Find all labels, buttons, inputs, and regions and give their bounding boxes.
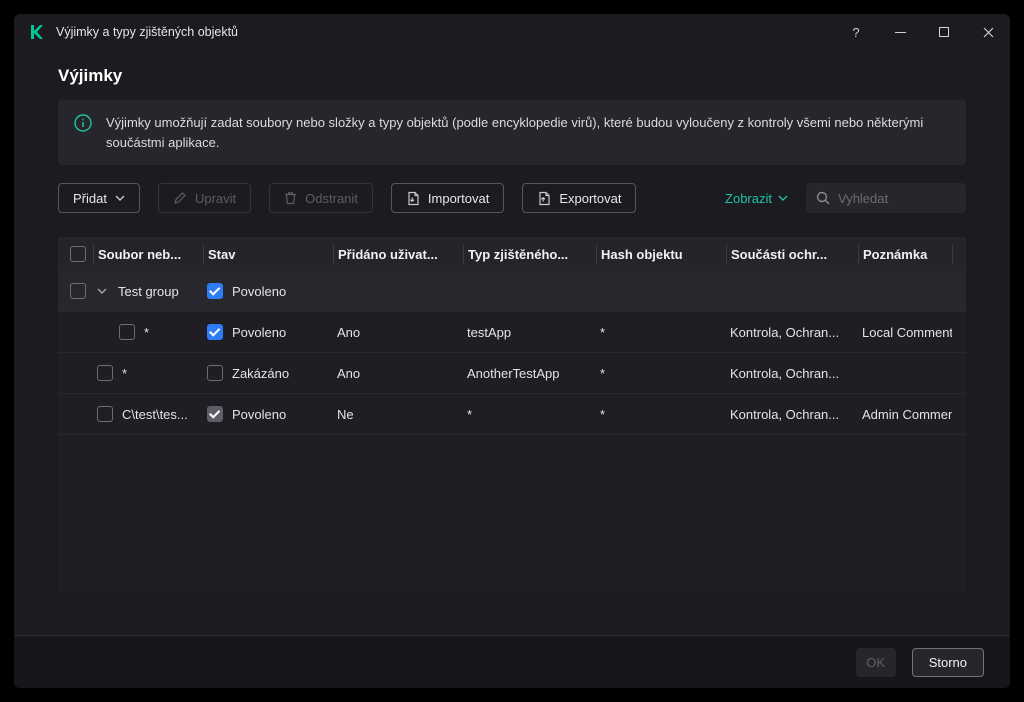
minimize-icon [895, 32, 906, 33]
window-controls: ? [848, 24, 996, 40]
edit-button[interactable]: Upravit [158, 183, 251, 213]
cell-file: C\test\tes... [93, 406, 203, 422]
status-checkbox[interactable] [207, 324, 223, 340]
table-row[interactable]: * Zakázáno Ano AnotherTestApp * Kontrola… [58, 353, 966, 394]
cell-status: Zakázáno [203, 365, 333, 381]
table-row[interactable]: C\test\tes... Povoleno Ne * * Kontrola, … [58, 394, 966, 435]
cancel-button[interactable]: Storno [912, 648, 984, 677]
add-button[interactable]: Přidat [58, 183, 140, 213]
info-icon [74, 114, 92, 137]
maximize-button[interactable] [936, 24, 952, 40]
table-row[interactable]: * Povoleno Ano testApp * Kontrola, Ochra… [58, 312, 966, 353]
cell-comment: Local Comment [858, 325, 952, 340]
page-title: Výjimky [58, 66, 966, 86]
cell-object-type: AnotherTestApp [463, 366, 596, 381]
export-button-label: Exportovat [559, 191, 621, 206]
exclusions-table: Soubor neb... Stav Přidáno uživat... Typ… [58, 237, 966, 593]
cell-object-type: * [463, 407, 596, 422]
group-name: Test group [118, 284, 179, 299]
kaspersky-logo-icon [28, 23, 46, 41]
table-group-row[interactable]: Test group Povoleno [58, 271, 966, 312]
edit-button-label: Upravit [195, 191, 236, 206]
add-button-label: Přidat [73, 191, 107, 206]
toolbar: Přidat Upravit Odstranit Importovat Expo… [58, 183, 966, 213]
cell-components: Kontrola, Ochran... [726, 325, 858, 340]
close-button[interactable] [980, 24, 996, 40]
row-checkbox[interactable] [70, 283, 86, 299]
titlebar: Výjimky a typy zjištěných objektů ? [14, 14, 1010, 50]
cell-select [58, 283, 93, 299]
import-button-label: Importovat [428, 191, 489, 206]
cell-object-type: testApp [463, 325, 596, 340]
cell-hash: * [596, 366, 726, 381]
cell-components: Kontrola, Ochran... [726, 407, 858, 422]
header-select-all [58, 244, 93, 264]
import-icon [406, 191, 420, 206]
delete-button-label: Odstranit [305, 191, 358, 206]
cell-added-by-user: Ne [333, 407, 463, 422]
chevron-down-icon [115, 195, 125, 201]
trash-icon [284, 191, 297, 205]
status-label: Povoleno [232, 407, 286, 422]
dialog-footer: OK Storno [14, 635, 1010, 688]
row-checkbox[interactable] [119, 324, 135, 340]
cell-components: Kontrola, Ochran... [726, 366, 858, 381]
column-header-status[interactable]: Stav [203, 244, 333, 264]
ok-button[interactable]: OK [856, 648, 896, 677]
column-header-components[interactable]: Součásti ochr... [726, 244, 858, 264]
cell-status: Povoleno [203, 283, 333, 299]
chevron-down-icon[interactable] [97, 288, 107, 294]
cell-status: Povoleno [203, 324, 333, 340]
cell-file: * [93, 324, 203, 340]
info-text: Výjimky umožňují zadat soubory nebo slož… [106, 113, 950, 152]
select-all-checkbox[interactable] [70, 246, 86, 262]
column-header-object-type[interactable]: Typ zjištěného... [463, 244, 596, 264]
delete-button[interactable]: Odstranit [269, 183, 373, 213]
table-empty-area [58, 435, 966, 593]
row-checkbox[interactable] [97, 406, 113, 422]
minimize-button[interactable] [892, 24, 908, 40]
window-title: Výjimky a typy zjištěných objektů [56, 25, 238, 39]
status-label: Zakázáno [232, 366, 289, 381]
import-button[interactable]: Importovat [391, 183, 504, 213]
cell-added-by-user: Ano [333, 325, 463, 340]
file-value: * [122, 366, 127, 381]
column-header-comment[interactable]: Poznámka [858, 244, 952, 264]
info-banner: Výjimky umožňují zadat soubory nebo slož… [58, 100, 966, 165]
search-input[interactable] [838, 191, 956, 206]
exclusions-window: Výjimky a typy zjištěných objektů ? Výji… [14, 14, 1010, 688]
cell-group-name: Test group [93, 284, 203, 299]
cell-file: * [93, 365, 203, 381]
cell-hash: * [596, 407, 726, 422]
status-label: Povoleno [232, 325, 286, 340]
column-header-hash[interactable]: Hash objektu [596, 244, 726, 264]
chevron-down-icon [778, 195, 788, 201]
close-icon [983, 27, 994, 38]
row-checkbox[interactable] [97, 365, 113, 381]
header-scrollbar-gutter [952, 244, 966, 264]
search-icon [816, 191, 830, 205]
column-header-file[interactable]: Soubor neb... [93, 244, 203, 264]
cell-status: Povoleno [203, 406, 333, 422]
status-label: Povoleno [232, 284, 286, 299]
cell-added-by-user: Ano [333, 366, 463, 381]
status-checkbox[interactable] [207, 365, 223, 381]
cell-comment: Admin Comment [858, 407, 952, 422]
show-dropdown-label: Zobrazit [725, 191, 772, 206]
help-button[interactable]: ? [848, 24, 864, 40]
search-box [806, 183, 966, 213]
export-icon [537, 191, 551, 206]
pencil-icon [173, 191, 187, 205]
cell-hash: * [596, 325, 726, 340]
status-checkbox[interactable] [207, 406, 223, 422]
maximize-icon [939, 27, 949, 37]
column-header-added-by-user[interactable]: Přidáno uživat... [333, 244, 463, 264]
show-dropdown[interactable]: Zobrazit [725, 191, 788, 206]
export-button[interactable]: Exportovat [522, 183, 636, 213]
file-value: C\test\tes... [122, 407, 188, 422]
file-value: * [144, 325, 149, 340]
status-checkbox[interactable] [207, 283, 223, 299]
table-header: Soubor neb... Stav Přidáno uživat... Typ… [58, 237, 966, 271]
